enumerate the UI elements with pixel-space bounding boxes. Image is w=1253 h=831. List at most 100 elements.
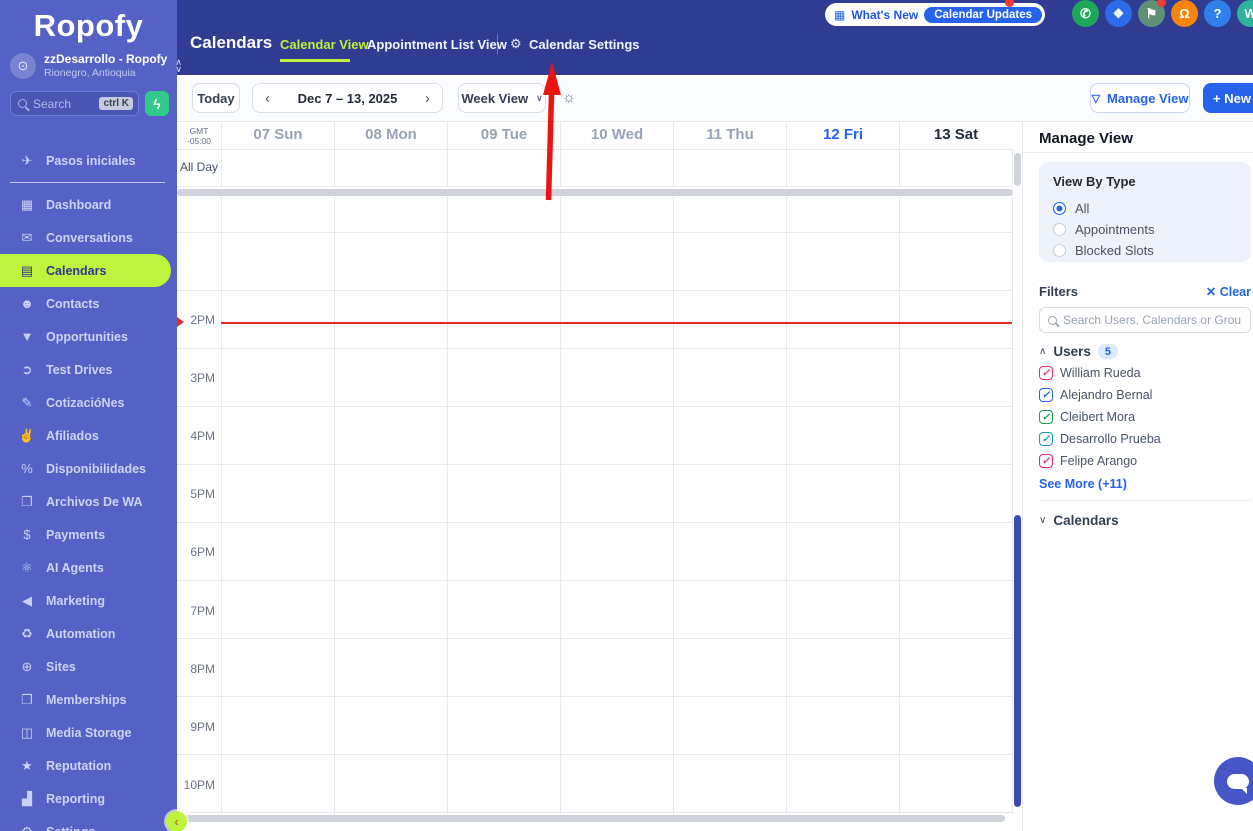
sidebar-item-dashboard[interactable]: ▦ Dashboard — [0, 188, 177, 221]
prev-week-button[interactable]: ‹ — [265, 90, 270, 107]
sidebar-item-archivos-de-wa[interactable]: ❐ Archivos De WA — [0, 485, 177, 518]
user-filter-felipe-arango[interactable]: ✓ Felipe Arango — [1039, 454, 1137, 468]
new-appointment-button[interactable]: + New — [1203, 83, 1253, 113]
announcements-button[interactable]: ⚑ — [1138, 0, 1166, 27]
sidebar-item-contacts[interactable]: ☻ Contacts — [0, 287, 177, 320]
user-filter-alejandro-bernal[interactable]: ✓ Alejandro Bernal — [1039, 388, 1152, 402]
sidebar-item-label: Marketing — [46, 593, 106, 608]
day-header-tue[interactable]: 09 Tue — [447, 122, 560, 149]
scrollbar-thumb[interactable] — [1014, 515, 1021, 807]
radio-appointments[interactable]: Appointments — [1053, 219, 1237, 240]
sidebar-item-pasos-iniciales[interactable]: ✈ Pasos iniciales — [0, 144, 177, 177]
sidebar-item-payments[interactable]: $ Payments — [0, 518, 177, 551]
bell-icon: Ω — [1179, 6, 1190, 21]
day-header-fri-today[interactable]: 12 Fri — [786, 122, 899, 149]
car-icon: ➲ — [21, 361, 33, 377]
calendars-section-label: Calendars — [1053, 513, 1119, 528]
time-label: 9PM — [190, 720, 215, 734]
day-header-wed[interactable]: 10 Wed — [560, 122, 673, 149]
user-label: Felipe Arango — [1060, 454, 1138, 468]
scrollbar-thumb[interactable] — [1014, 153, 1021, 186]
chat-bubble-icon — [1227, 773, 1249, 794]
tab-calendar-settings[interactable]: Calendar Settings — [529, 37, 640, 52]
sidebar-item-label: Settings — [46, 825, 95, 831]
sidebar-item-sites[interactable]: ⊕ Sites — [0, 650, 177, 683]
media-icon: ◫ — [20, 724, 34, 740]
phone-button[interactable]: ✆ — [1072, 0, 1099, 27]
automation-icon: ♻ — [21, 625, 33, 641]
user-filter-desarrollo-prueba[interactable]: ✓ Desarrollo Prueba — [1039, 432, 1161, 446]
day-header-sat[interactable]: 13 Sat — [899, 122, 1012, 149]
calendar-grid[interactable]: 2PM 3PM 4PM 5PM 6PM 7PM 8PM 9PM 10PM 11P… — [177, 197, 1013, 814]
sidebar-item-afiliados[interactable]: ✌ Afiliados — [0, 419, 177, 452]
sparkles-button[interactable]: ❖ — [1105, 0, 1132, 27]
check-glyph: ✓ — [1041, 411, 1051, 423]
robot-icon: ⚛ — [21, 559, 33, 575]
sidebar-search-input[interactable]: Search ctrl K — [10, 91, 139, 116]
day-header-thu[interactable]: 11 Thu — [673, 122, 786, 149]
scrollbar-thumb[interactable] — [177, 189, 1013, 196]
day-header-sun[interactable]: 07 Sun — [221, 122, 334, 149]
notifications-button[interactable]: Ω — [1171, 0, 1198, 27]
sidebar-item-ai-agents[interactable]: ⚛ AI Agents — [0, 551, 177, 584]
person-icon: ☻ — [20, 296, 34, 311]
sidebar-item-opportunities[interactable]: ▼ Opportunities — [0, 320, 177, 353]
tab-calendar-view[interactable]: Calendar View — [280, 37, 369, 52]
sidebar-item-automation[interactable]: ♻ Automation — [0, 617, 177, 650]
top-bar: Calendars Calendar View Appointment List… — [177, 0, 1253, 75]
users-section-toggle[interactable]: ∧ Users 5 — [1039, 344, 1118, 359]
all-day-row[interactable]: All Day — [177, 150, 1013, 187]
clear-filters-link[interactable]: ✕ Clear — [1206, 284, 1251, 299]
search-icon — [18, 99, 27, 108]
all-day-label: All Day — [180, 160, 219, 174]
panel-search-input[interactable] — [1063, 313, 1242, 327]
sidebar-item-disponibilidades[interactable]: % Disponibilidades — [0, 452, 177, 485]
tab-appointment-list-view[interactable]: Appointment List View — [367, 37, 507, 52]
scrollbar-thumb[interactable] — [177, 815, 1005, 822]
sidebar-item-settings[interactable]: ⚙ Settings — [0, 815, 177, 831]
sidebar-item-reputation[interactable]: ★ Reputation — [0, 749, 177, 782]
calendar-updates-badge[interactable]: Calendar Updates — [924, 6, 1042, 23]
whats-new-pill[interactable]: ▦ What's New Calendar Updates — [825, 3, 1045, 26]
see-more-link[interactable]: See More (+11) — [1039, 477, 1127, 491]
sidebar-item-reporting[interactable]: ▟ Reporting — [0, 782, 177, 815]
radio-all[interactable]: All — [1053, 198, 1237, 219]
account-chevron-icon[interactable]: ∧ ∨ — [175, 57, 182, 73]
radio-blocked-slots[interactable]: Blocked Slots — [1053, 240, 1237, 261]
user-filter-william-rueda[interactable]: ✓ William Rueda — [1039, 366, 1141, 380]
megaphone-icon: ◀ — [22, 592, 32, 608]
sidebar-item-label: Test Drives — [46, 362, 113, 377]
view-mode-dropdown[interactable]: Week View ∨ — [458, 83, 546, 113]
date-navigator: ‹ Dec 7 – 13, 2025 › — [252, 83, 443, 113]
sidebar-item-calendars[interactable]: ▤ Calendars — [0, 254, 171, 287]
day-header-mon[interactable]: 08 Mon — [334, 122, 447, 149]
phone-icon: ✆ — [1080, 5, 1091, 21]
user-filter-cleibert-mora[interactable]: ✓ Cleibert Mora — [1039, 410, 1135, 424]
sidebar-item-marketing[interactable]: ◀ Marketing — [0, 584, 177, 617]
sidebar-item-label: Sites — [46, 659, 76, 674]
radio-label: Blocked Slots — [1075, 243, 1154, 258]
whats-new-label: What's New — [851, 7, 919, 22]
next-week-button[interactable]: › — [425, 90, 430, 107]
user-label: Cleibert Mora — [1060, 410, 1136, 424]
time-label: 7PM — [190, 604, 215, 618]
sidebar-collapse-button[interactable]: ‹ — [166, 811, 187, 831]
user-avatar[interactable]: W — [1237, 0, 1253, 27]
account-switcher[interactable]: ⊙ zzDesarrollo - Ropofy Rionegro, Antioq… — [0, 44, 182, 79]
radio-label: Appointments — [1075, 222, 1155, 237]
sidebar-item-cotizaciones[interactable]: ✎ CotizacióNes — [0, 386, 177, 419]
lightbulb-icon[interactable]: ☼ — [562, 89, 576, 106]
sidebar-item-memberships[interactable]: ❒ Memberships — [0, 683, 177, 716]
sidebar-item-test-drives[interactable]: ➲ Test Drives — [0, 353, 177, 386]
divider — [1023, 152, 1253, 153]
globe-icon: ⊕ — [21, 658, 33, 674]
manage-view-button[interactable]: ▽ Manage View — [1090, 83, 1190, 113]
sidebar-item-conversations[interactable]: ✉ Conversations — [0, 221, 177, 254]
sidebar-item-label: Payments — [46, 527, 106, 542]
today-button[interactable]: Today — [192, 83, 240, 113]
help-button[interactable]: ? — [1204, 0, 1231, 27]
calendars-section-toggle[interactable]: ∨ Calendars — [1039, 513, 1119, 528]
sidebar-item-media-storage[interactable]: ◫ Media Storage — [0, 716, 177, 749]
question-icon: ? — [1213, 6, 1222, 21]
quick-actions-button[interactable]: ϟ — [145, 91, 169, 116]
